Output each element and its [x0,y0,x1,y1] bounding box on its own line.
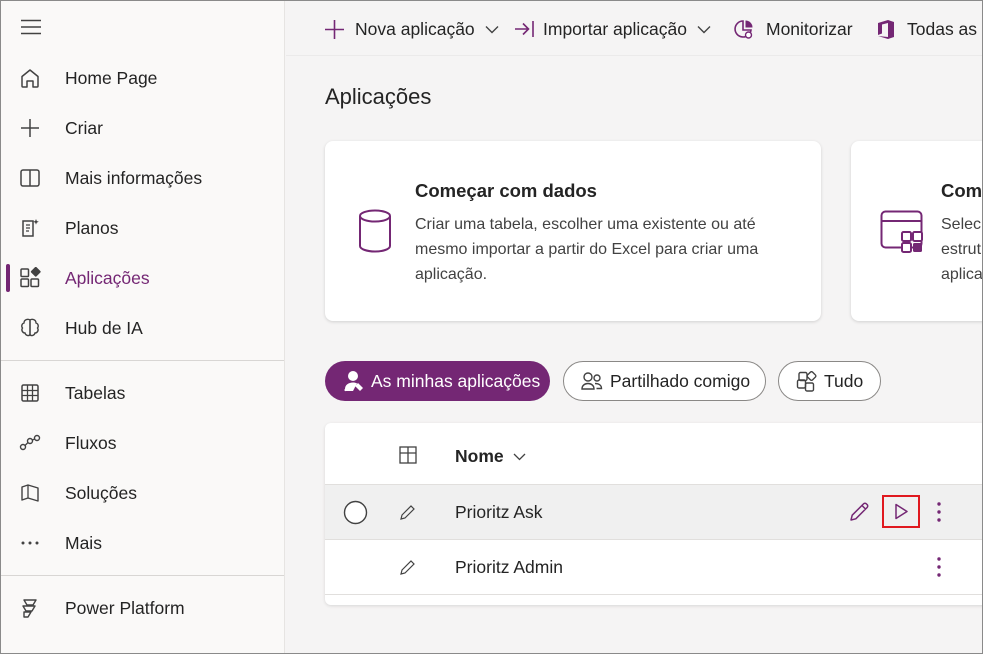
play-icon [894,503,908,520]
name-header-label: Nome [455,446,504,466]
canvas-app-icon [399,504,416,526]
more-options-icon[interactable] [932,500,946,529]
sidebar-divider [0,360,284,361]
card-description-line: estrut [941,241,982,258]
second-start-card[interactable]: Com Selec estrut aplica [851,141,983,321]
sidebar-item-apps[interactable]: Aplicações [0,256,284,300]
sidebar-item-label: Soluções [65,482,137,503]
sidebar-item-create[interactable]: Criar [0,106,284,150]
apps-table: Nome Prioritz Ask Prioritz Admin [325,423,983,605]
sidebar-item-label: Criar [65,117,103,138]
import-icon [514,20,535,38]
row-select-radio[interactable] [343,500,368,530]
table-header-row: Nome [325,423,983,485]
office-icon [877,19,895,40]
new-app-button[interactable]: Nova aplicação [324,15,499,43]
sidebar-divider [0,575,284,576]
sidebar-item-tables[interactable]: Tabelas [0,371,284,415]
plus-icon [324,19,345,40]
filter-label: Partilhado comigo [610,370,751,391]
sidebar-item-flows[interactable]: Fluxos [0,421,284,465]
people-icon [581,371,603,391]
edit-pencil-icon[interactable] [848,501,870,528]
chevron-down-icon [485,25,499,34]
import-app-label: Importar aplicação [543,18,687,39]
sidebar-item-learn[interactable]: Mais informações [0,156,284,200]
table-row[interactable]: Prioritz Admin [325,540,983,595]
sidebar-item-label: Tabelas [65,382,126,403]
flow-icon [18,431,42,455]
canvas-app-icon [399,559,416,581]
sidebar-item-power-platform[interactable]: Power Platform [0,586,284,630]
filter-label: As minhas aplicações [371,370,541,391]
filter-my-apps[interactable]: As minhas aplicações [325,361,550,401]
app-name[interactable]: Prioritz Admin [455,557,563,578]
person-icon [344,370,364,392]
play-button[interactable] [882,495,920,528]
app-name[interactable]: Prioritz Ask [455,502,543,523]
card-title: Começar com dados [415,180,597,201]
plans-icon [18,216,42,240]
sidebar-item-label: Home Page [65,67,158,88]
card-description-line: Criar uma tabela, escolher uma existente… [415,216,756,233]
card-description-line: Selec [941,216,982,233]
sidebar-item-label: Aplicações [65,267,150,288]
sidebar-item-label: Hub de IA [65,317,143,338]
card-description-line: aplicação. [415,266,488,283]
monitor-button[interactable]: Monitorizar [733,15,853,43]
more-options-icon[interactable] [932,555,946,584]
sidebar-item-plans[interactable]: Planos [0,206,284,250]
more-icon [18,531,42,555]
chevron-down-icon [513,453,526,461]
solutions-icon [18,481,42,505]
filter-shared-with-me[interactable]: Partilhado comigo [563,361,766,401]
start-with-data-card[interactable]: Começar com dados Criar uma tabela, esco… [325,141,821,321]
plus-icon [18,116,42,140]
sidebar-item-more[interactable]: Mais [0,521,284,565]
new-app-label: Nova aplicação [355,18,475,39]
all-apps-button[interactable]: Todas as a [877,15,983,43]
card-description-line: aplica [941,266,983,283]
home-icon [18,66,42,90]
sidebar-item-label: Mais informações [65,167,203,188]
filter-all[interactable]: Tudo [778,361,881,401]
brain-icon [18,316,42,340]
name-column-header[interactable]: Nome [455,446,526,467]
sidebar-item-solutions[interactable]: Soluções [0,471,284,515]
monitor-label: Monitorizar [766,18,853,39]
sidebar-item-label: Mais [65,532,102,553]
app-type-column-icon[interactable] [399,446,417,469]
card-title: Com [941,180,983,201]
sidebar-item-label: Planos [65,217,119,238]
hamburger-menu-icon[interactable] [18,14,44,40]
database-icon [357,209,393,258]
sidebar-item-home[interactable]: Home Page [0,56,284,100]
card-description-line: mesmo importar a partir do Excel para cr… [415,241,759,258]
left-navigation: Home Page Criar Mais informações Planos … [0,0,285,654]
table-row[interactable]: Prioritz Ask [325,485,983,540]
sidebar-item-label: Fluxos [65,432,117,453]
power-platform-icon [18,596,42,620]
apps-icon [18,266,42,290]
page-title: Aplicações [325,84,432,109]
page-template-icon [880,210,926,259]
apps-icon [796,370,817,392]
chevron-down-icon [697,25,711,34]
sidebar-item-label: Power Platform [65,597,185,618]
table-icon [18,381,42,405]
all-apps-label: Todas as a [907,18,983,39]
sidebar-item-ai-hub[interactable]: Hub de IA [0,306,284,350]
book-icon [18,166,42,190]
monitor-icon [733,19,754,40]
filter-label: Tudo [824,370,864,391]
import-app-button[interactable]: Importar aplicação [514,15,711,43]
